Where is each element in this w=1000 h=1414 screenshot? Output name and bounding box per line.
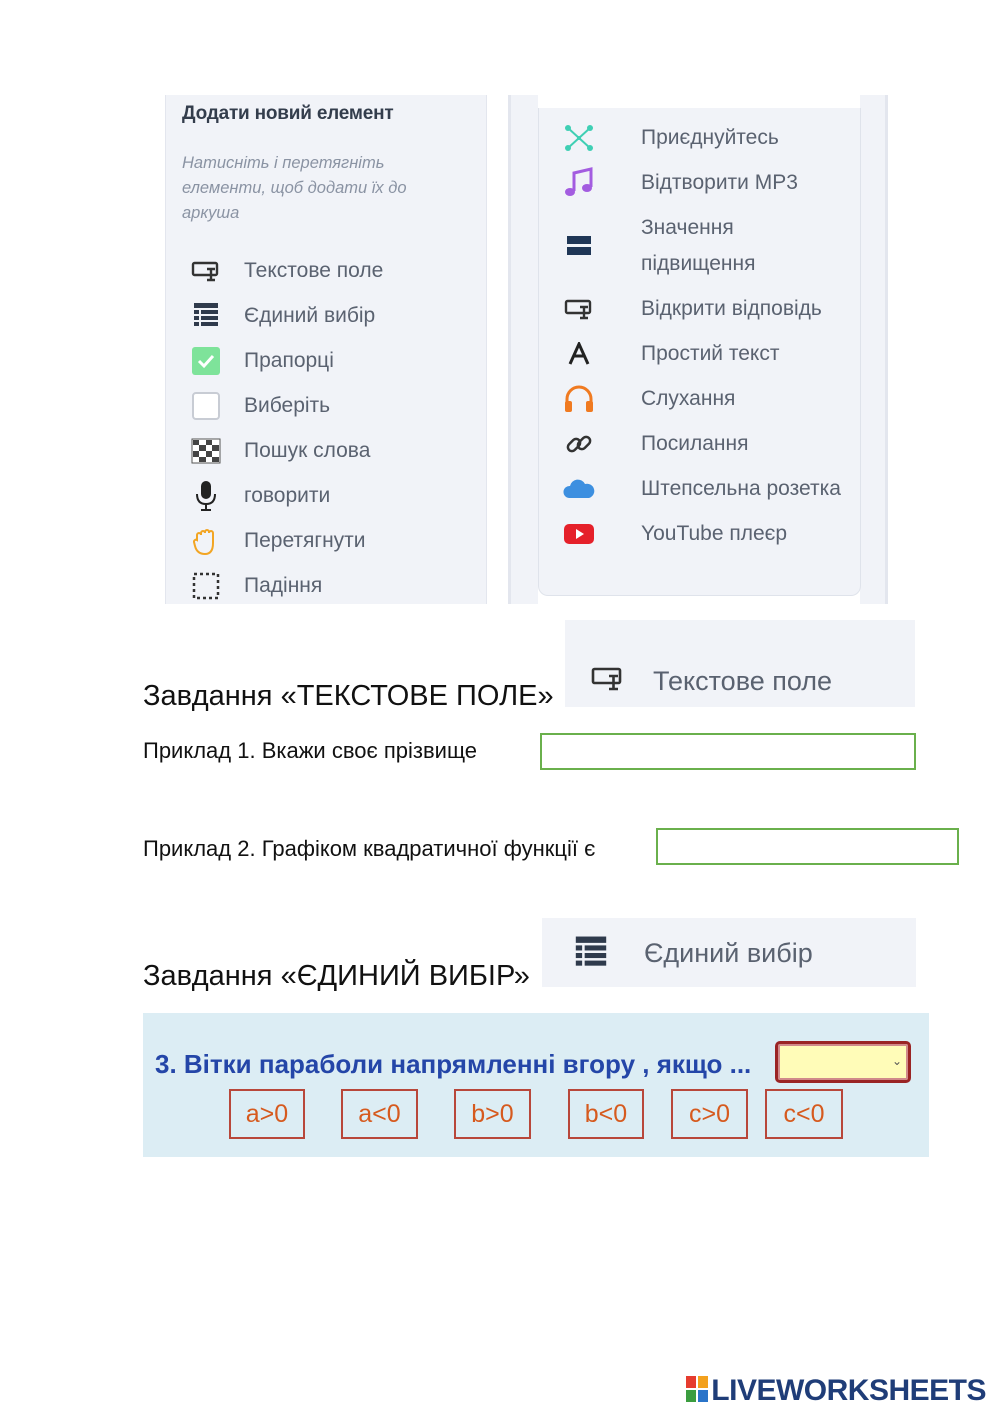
- element-plug-socket[interactable]: Штепсельна розетка: [561, 469, 841, 509]
- cloud-icon: [561, 471, 597, 507]
- element-play-mp3[interactable]: Відтворити MP3: [561, 163, 798, 203]
- option-chip[interactable]: b<0: [568, 1089, 644, 1139]
- add-element-panel: Додати новий елемент Натисніть і перетяг…: [165, 95, 487, 604]
- element-join[interactable]: Приєднуйтесь: [561, 118, 779, 158]
- element-label: говорити: [244, 484, 331, 507]
- element-label: Слухання: [641, 387, 736, 410]
- text-field-heading: Завдання «ТЕКСТОВЕ ПОЛЕ»: [143, 680, 554, 712]
- element-label: Падіння: [244, 574, 323, 597]
- music-note-icon: [561, 165, 597, 201]
- option-chip[interactable]: a<0: [341, 1089, 418, 1139]
- element-label: Відтворити MP3: [641, 171, 798, 194]
- surname-input[interactable]: [540, 733, 916, 770]
- element-drag[interactable]: Перетягнути: [188, 521, 366, 561]
- exercise-block: 3. Вітки параболи напрямленні вгору , як…: [143, 1013, 929, 1157]
- element-word-search[interactable]: Пошук слова: [188, 431, 370, 471]
- answer-select[interactable]: ⌄: [775, 1041, 911, 1083]
- element-plain-text[interactable]: Простий текст: [561, 334, 779, 374]
- element-text-field[interactable]: Текстове поле: [188, 251, 383, 291]
- hand-icon: [188, 523, 224, 559]
- example-1-label: Приклад 1. Вкажи своє прізвище: [143, 738, 478, 763]
- element-open-answer[interactable]: Відкрити відповідь: [561, 289, 822, 329]
- element-label: Перетягнути: [244, 529, 366, 552]
- element-list-panel: Приєднуйтесь Відтворити MP3 Значення підв…: [538, 108, 861, 596]
- option-chip[interactable]: b>0: [454, 1089, 531, 1139]
- option-chip[interactable]: a>0: [229, 1089, 305, 1139]
- element-speak[interactable]: говорити: [188, 476, 330, 516]
- youtube-icon: [561, 516, 597, 552]
- element-listening[interactable]: Слухання: [561, 379, 735, 419]
- element-link[interactable]: Посилання: [561, 424, 749, 464]
- element-label: Штепсельна розетка: [641, 477, 841, 500]
- exercise-question: 3. Вітки параболи напрямленні вгору , як…: [155, 1049, 752, 1079]
- example-2-label: Приклад 2. Графіком квадратичної функції…: [143, 836, 596, 861]
- join-icon: [561, 120, 597, 156]
- panel-divider: [508, 95, 538, 604]
- checkbox-empty-icon: [188, 388, 224, 424]
- element-label: YouTube плеєр: [641, 522, 788, 545]
- function-graph-input[interactable]: [656, 828, 959, 865]
- element-label: Простий текст: [641, 342, 780, 365]
- element-drop[interactable]: Падіння: [188, 566, 322, 606]
- list-icon: [572, 934, 610, 977]
- element-label: Відкрити відповідь: [641, 297, 822, 320]
- word-search-icon: [188, 433, 224, 469]
- single-choice-heading: Завдання «ЄДИНИЙ ВИБІР»: [143, 960, 530, 992]
- panel-title: Додати новий елемент: [182, 103, 394, 124]
- list-icon: [188, 298, 224, 334]
- open-answer-icon: [561, 291, 597, 327]
- logo-mark-icon: [686, 1375, 709, 1407]
- element-label: Посилання: [641, 432, 749, 455]
- link-icon: [561, 426, 597, 462]
- element-label: Пошук слова: [244, 439, 371, 462]
- chevron-down-icon: ⌄: [891, 1054, 902, 1068]
- bars-icon: [561, 228, 597, 264]
- microphone-icon: [188, 478, 224, 514]
- badge-label: Текстове поле: [653, 666, 833, 696]
- text-field-icon: [188, 253, 224, 289]
- letter-a-icon: [561, 336, 597, 372]
- element-label: Приєднуйтесь: [641, 126, 779, 149]
- element-label: Текстове поле: [244, 259, 384, 282]
- element-youtube-player[interactable]: YouTube плеєр: [561, 514, 787, 554]
- option-chip[interactable]: c>0: [671, 1089, 748, 1139]
- element-label: Значення підвищення: [641, 216, 756, 275]
- element-label: Прапорці: [244, 349, 334, 372]
- dotted-square-icon: [188, 568, 224, 604]
- single-choice-badge: Єдиний вибір: [542, 918, 916, 987]
- badge-label: Єдиний вибір: [644, 938, 813, 968]
- logo-text: LIVEWORKSHEETS: [711, 1374, 986, 1407]
- text-field-badge: Текстове поле: [565, 620, 915, 707]
- headphones-icon: [561, 381, 597, 417]
- liveworksheets-logo: LIVEWORKSHEETS: [686, 1374, 986, 1408]
- element-label: Виберіть: [244, 394, 331, 417]
- panel-hint: Натисніть і перетягніть елементи, щоб до…: [182, 154, 407, 222]
- panel-scroll-edge: [860, 95, 888, 604]
- element-value-increase[interactable]: Значення підвищення: [561, 208, 755, 284]
- element-checkboxes[interactable]: Прапорці: [188, 341, 334, 381]
- checkbox-checked-icon: [188, 343, 224, 379]
- text-field-icon: [591, 666, 625, 697]
- element-label: Єдиний вибір: [244, 304, 376, 327]
- element-select[interactable]: Виберіть: [188, 386, 330, 426]
- element-single-choice[interactable]: Єдиний вибір: [188, 296, 375, 336]
- option-chip[interactable]: c<0: [765, 1089, 843, 1139]
